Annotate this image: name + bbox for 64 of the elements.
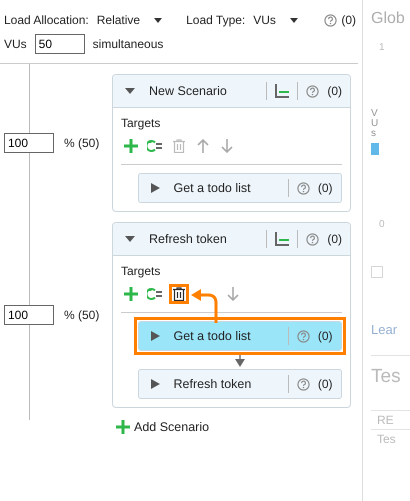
collapse-icon[interactable] [125,86,135,96]
caret-icon [154,18,162,22]
target-item[interactable]: Refresh token (0) [138,369,342,399]
axis-label: VUs [371,109,380,139]
add-icon [124,139,138,153]
table-cell: Tes [371,429,410,448]
issue-count: (0) [318,329,332,343]
issue-count: (0) [327,84,342,98]
legend-swatch [371,143,379,155]
help-icon [296,330,310,342]
expand-icon[interactable] [150,331,160,341]
targets-label: Targets [121,116,160,130]
collapse-icon[interactable] [125,234,135,244]
reload-icon [147,139,163,153]
issue-count: (0) [327,232,342,246]
load-allocation-dropdown[interactable]: Relative [96,13,162,27]
reload-icon [147,287,163,301]
help-icon [296,378,310,390]
connector-arrow-icon [234,355,244,367]
down-arrow-icon [221,139,233,153]
up-arrow-icon [197,139,209,153]
help-icon [324,14,338,26]
target-name: Refresh token [174,377,252,391]
target-item[interactable]: Get a todo list (0) [138,173,342,203]
axis-tick-label: 1 [379,42,386,53]
add-icon [124,287,138,301]
vus-input[interactable]: 50 [34,34,85,54]
simultaneous-label: simultaneous [92,37,164,51]
targets-label: Targets [121,264,160,278]
help-icon [296,182,310,194]
vus-label: VUs [4,37,27,51]
checkbox[interactable] [371,266,383,278]
target-item[interactable]: Get a todo list (0) [138,321,342,351]
help-icon [306,84,320,98]
trash-icon [173,287,185,301]
issue-count: (0) [318,181,332,195]
delete-button[interactable] [169,284,189,304]
share-label: % (50) [64,308,100,322]
load-type-dropdown[interactable]: VUs [253,13,298,27]
down-arrow-icon [227,287,239,301]
expand-icon[interactable] [150,183,160,193]
axis-tick-label: 0 [379,219,386,230]
add-icon [116,420,130,434]
caret-icon [290,18,298,22]
load-allocation-label: Load Allocation: [4,13,89,27]
load-type-label: Load Type: [186,13,246,27]
scenario-name: Refresh token [149,232,228,246]
share-label: % (50) [64,136,100,150]
table-cell: RE [371,410,410,429]
target-name: Get a todo list [174,329,252,343]
help-icon [306,232,320,246]
share-input[interactable]: 100 [4,305,54,325]
share-input[interactable]: 100 [4,133,54,153]
issue-count: (0) [341,13,356,27]
section-heading: Tes [371,355,410,388]
scenario-name: New Scenario [149,84,228,98]
expand-icon[interactable] [150,379,160,389]
chart-icon[interactable] [275,84,290,98]
add-scenario-button[interactable]: Add Scenario [116,420,362,434]
issue-count: (0) [318,377,332,391]
trash-icon [173,139,185,153]
target-name: Get a todo list [174,181,252,195]
chart-icon[interactable] [275,232,290,246]
panel-title: Glob [371,10,406,28]
